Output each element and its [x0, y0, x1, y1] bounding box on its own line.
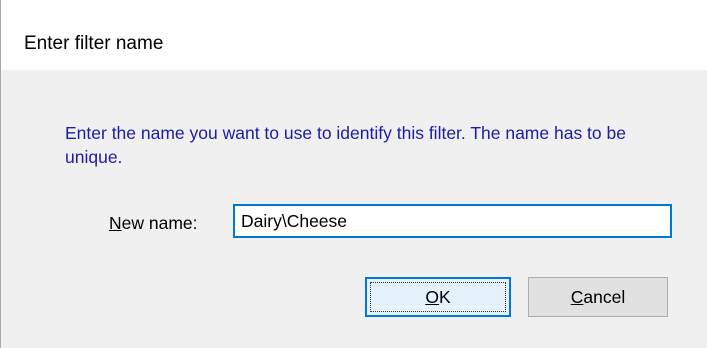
dialog-title: Enter filter name: [24, 33, 164, 54]
new-name-label-text: ew name:: [121, 213, 198, 233]
ok-button[interactable]: OK: [365, 277, 511, 317]
dialog-titlebar: Enter filter name: [1, 0, 707, 70]
enter-filter-name-dialog: Enter filter name Enter the name you wan…: [0, 0, 707, 348]
cancel-button-label: ancel: [583, 286, 626, 307]
cancel-button-mnemonic: C: [570, 286, 584, 307]
ok-button-label: K: [438, 286, 451, 307]
new-name-input[interactable]: [233, 204, 672, 238]
instructions-text: Enter the name you want to use to identi…: [65, 123, 626, 167]
cancel-button[interactable]: Cancel: [528, 277, 668, 317]
new-name-label-mnemonic: N: [109, 213, 122, 233]
ok-button-mnemonic: O: [425, 286, 439, 307]
new-name-label: New name:: [109, 213, 198, 233]
